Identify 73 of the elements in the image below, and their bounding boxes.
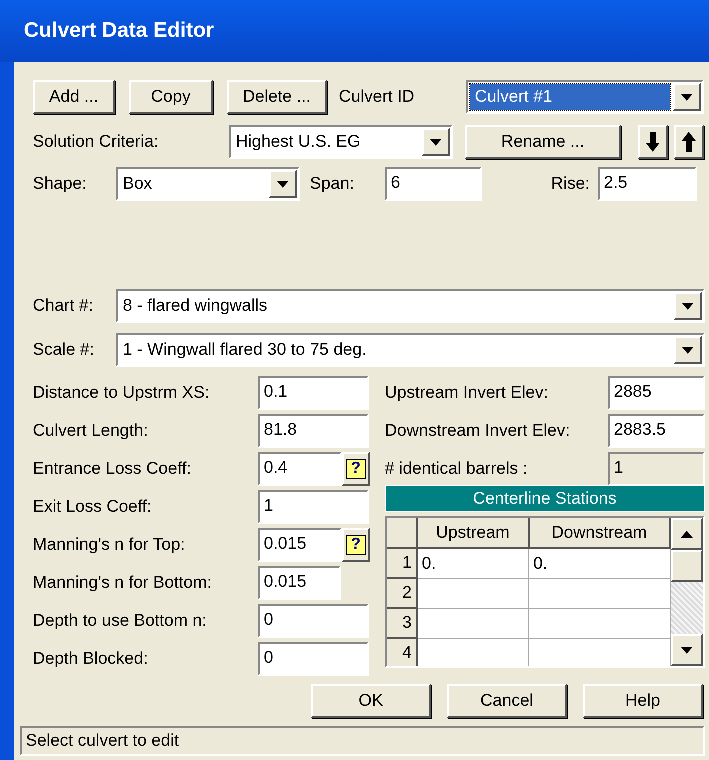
scroll-up-icon <box>681 530 693 538</box>
field-label: Upstream Invert Elev: <box>385 382 550 404</box>
field-label: Manning's n for Top: <box>33 534 186 556</box>
text-input[interactable]: 0.015 <box>258 528 342 562</box>
shape-dropdown[interactable]: Box <box>116 167 300 201</box>
field-label: Span: <box>310 173 356 196</box>
dropdown-arrow-icon <box>277 180 289 188</box>
dropdown-arrow-icon <box>682 346 694 354</box>
toolbar-button[interactable]: Add ... <box>33 80 115 114</box>
text-input[interactable]: 1 <box>258 490 369 524</box>
text-input[interactable]: 2885 <box>608 376 705 410</box>
column-header: Downstream <box>528 518 670 548</box>
help-button[interactable]: ? <box>342 452 370 486</box>
help-button[interactable]: ? <box>342 528 370 562</box>
up-arrow-icon <box>682 132 696 152</box>
window-title: Culvert Data Editor <box>0 0 709 62</box>
move-down-button[interactable] <box>638 125 668 159</box>
chart-dropdown[interactable]: 8 - flared wingwalls <box>116 289 705 323</box>
text-input[interactable]: 81.8 <box>258 414 369 448</box>
table-cell[interactable] <box>528 578 670 608</box>
text-input[interactable]: 0 <box>258 642 369 676</box>
text-input[interactable]: 2883.5 <box>608 414 705 448</box>
field-label: Rise: <box>550 173 591 196</box>
field-label: # identical barrels : <box>385 458 529 480</box>
dropdown-arrow-icon <box>682 302 694 310</box>
scale-dropdown[interactable]: 1 - Wingwall flared 30 to 75 deg. <box>116 333 705 367</box>
text-input: 1 <box>608 452 705 486</box>
field-label: Chart #: <box>33 295 94 318</box>
text-input[interactable]: 0 <box>258 604 369 638</box>
field-label: Culvert ID <box>339 86 416 108</box>
table-cell[interactable]: 0. <box>528 548 670 578</box>
row-number: 2 <box>387 578 417 608</box>
status-bar: Select culvert to edit <box>20 726 705 756</box>
field-label: Culvert Length: <box>33 420 150 442</box>
field-label: Depth Blocked: <box>33 648 150 670</box>
solution-criteria-dropdown[interactable]: Highest U.S. EG <box>229 125 453 159</box>
text-input[interactable]: 0.015 <box>258 566 341 600</box>
culvert-id-dropdown[interactable]: Culvert #1 <box>466 80 704 114</box>
field-label: Shape: <box>33 173 88 196</box>
field-label: Solution Criteria: <box>33 131 160 154</box>
rise-input[interactable]: 2.5 <box>598 167 697 201</box>
span-input[interactable]: 6 <box>385 167 482 201</box>
down-arrow-icon <box>646 132 660 152</box>
text-input[interactable]: 0.1 <box>258 376 369 410</box>
table-cell[interactable]: 0. <box>417 548 529 578</box>
dropdown-arrow-icon <box>430 138 442 146</box>
row-number: 1 <box>387 548 417 578</box>
move-up-button[interactable] <box>674 125 704 159</box>
field-label: Downstream Invert Elev: <box>385 420 572 442</box>
field-label: Exit Loss Coeff: <box>33 496 153 518</box>
dropdown-arrow-icon <box>681 94 693 100</box>
toolbar-button[interactable]: Delete ... <box>227 80 327 114</box>
column-header: Upstream <box>417 518 529 548</box>
table-title: Centerline Stations <box>385 485 705 512</box>
text-input[interactable]: 0.4 <box>258 452 342 486</box>
field-label: Scale #: <box>33 339 96 362</box>
dialog-button[interactable]: OK <box>311 684 431 718</box>
field-label: Depth to use Bottom n: <box>33 610 208 632</box>
table-cell[interactable] <box>417 578 529 608</box>
field-label: Entrance Loss Coeff: <box>33 458 192 480</box>
row-number: 3 <box>387 608 417 638</box>
field-label: Manning's n for Bottom: <box>33 572 213 594</box>
dialog-button[interactable]: Cancel <box>447 684 567 718</box>
toolbar-button[interactable]: Copy <box>129 80 213 114</box>
rename-button[interactable]: Rename ... <box>465 125 621 159</box>
field-label: Distance to Upstrm XS: <box>33 382 211 404</box>
row-number: 4 <box>387 638 417 666</box>
table-cell[interactable] <box>417 608 529 638</box>
table-cell[interactable] <box>528 608 670 638</box>
dialog-button[interactable]: Help <box>583 684 703 718</box>
scroll-thumb[interactable] <box>671 550 703 582</box>
scrollbar[interactable] <box>671 518 703 666</box>
scroll-down-icon <box>681 646 693 654</box>
